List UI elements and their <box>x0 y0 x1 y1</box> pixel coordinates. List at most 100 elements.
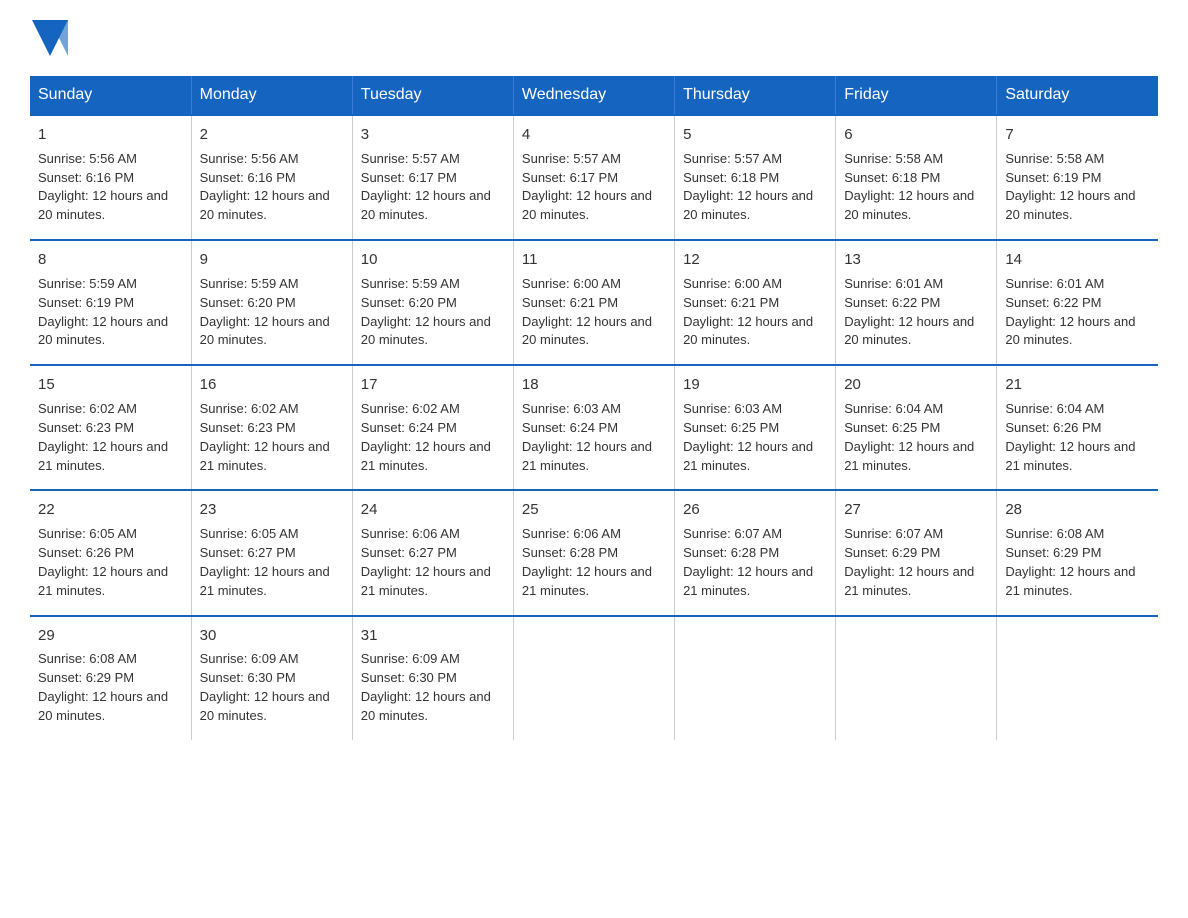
logo-text <box>30 20 70 56</box>
calendar-week-row: 8Sunrise: 5:59 AMSunset: 6:19 PMDaylight… <box>30 240 1158 365</box>
calendar-day-cell: 22 Sunrise: 6:05 AMSunset: 6:26 PMDayligh… <box>30 490 191 615</box>
calendar-day-cell: 14 Sunrise: 6:01 AMSunset: 6:22 PMDayligh… <box>997 240 1158 365</box>
weekday-header-cell: Tuesday <box>352 76 513 115</box>
calendar-day-cell <box>997 616 1158 740</box>
day-number: 23 <box>200 499 344 521</box>
day-info: Sunrise: 5:57 AMSunset: 6:17 PMDaylight:… <box>522 150 666 225</box>
calendar-day-cell: 12 Sunrise: 6:00 AMSunset: 6:21 PMDayligh… <box>675 240 836 365</box>
day-info: Sunrise: 6:05 AMSunset: 6:27 PMDaylight:… <box>200 525 344 600</box>
day-number: 2 <box>200 124 344 146</box>
calendar-week-row: 1 Sunrise: 5:56 AMSunset: 6:16 PMDaylight… <box>30 115 1158 240</box>
day-number: 18 <box>522 374 666 396</box>
day-info: Sunrise: 6:06 AMSunset: 6:27 PMDaylight:… <box>361 525 505 600</box>
day-info: Sunrise: 5:56 AMSunset: 6:16 PMDaylight:… <box>38 150 183 225</box>
calendar-day-cell: 6Sunrise: 5:58 AMSunset: 6:18 PMDaylight… <box>836 115 997 240</box>
day-number: 10 <box>361 249 505 271</box>
calendar-day-cell: 29Sunrise: 6:08 AMSunset: 6:29 PMDayligh… <box>30 616 191 740</box>
day-number: 26 <box>683 499 827 521</box>
calendar-day-cell: 23 Sunrise: 6:05 AMSunset: 6:27 PMDayligh… <box>191 490 352 615</box>
day-number: 22 <box>38 499 183 521</box>
day-info: Sunrise: 6:04 AMSunset: 6:26 PMDaylight:… <box>1005 400 1150 475</box>
day-number: 4 <box>522 124 666 146</box>
day-info: Sunrise: 6:02 AMSunset: 6:23 PMDaylight:… <box>200 400 344 475</box>
day-number: 21 <box>1005 374 1150 396</box>
calendar-day-cell: 16 Sunrise: 6:02 AMSunset: 6:23 PMDayligh… <box>191 365 352 490</box>
day-info: Sunrise: 6:05 AMSunset: 6:26 PMDaylight:… <box>38 525 183 600</box>
day-info: Sunrise: 6:01 AMSunset: 6:22 PMDaylight:… <box>844 275 988 350</box>
weekday-header-cell: Thursday <box>675 76 836 115</box>
day-number: 25 <box>522 499 666 521</box>
weekday-header-cell: Wednesday <box>513 76 674 115</box>
day-number: 24 <box>361 499 505 521</box>
day-info: Sunrise: 5:56 AMSunset: 6:16 PMDaylight:… <box>200 150 344 225</box>
calendar-day-cell: 26 Sunrise: 6:07 AMSunset: 6:28 PMDayligh… <box>675 490 836 615</box>
day-info: Sunrise: 6:00 AMSunset: 6:21 PMDaylight:… <box>683 275 827 350</box>
calendar-day-cell: 3Sunrise: 5:57 AMSunset: 6:17 PMDaylight… <box>352 115 513 240</box>
day-number: 6 <box>844 124 988 146</box>
day-info: Sunrise: 6:08 AMSunset: 6:29 PMDaylight:… <box>1005 525 1150 600</box>
day-number: 14 <box>1005 249 1150 271</box>
day-info: Sunrise: 5:57 AMSunset: 6:18 PMDaylight:… <box>683 150 827 225</box>
calendar-day-cell: 18 Sunrise: 6:03 AMSunset: 6:24 PMDayligh… <box>513 365 674 490</box>
day-number: 27 <box>844 499 988 521</box>
day-info: Sunrise: 6:01 AMSunset: 6:22 PMDaylight:… <box>1005 275 1150 350</box>
calendar-day-cell: 30 Sunrise: 6:09 AMSunset: 6:30 PMDayligh… <box>191 616 352 740</box>
day-number: 30 <box>200 625 344 647</box>
day-info: Sunrise: 6:09 AMSunset: 6:30 PMDaylight:… <box>200 650 344 725</box>
calendar-day-cell: 9Sunrise: 5:59 AMSunset: 6:20 PMDaylight… <box>191 240 352 365</box>
day-number: 13 <box>844 249 988 271</box>
calendar-day-cell <box>675 616 836 740</box>
calendar-body: 1 Sunrise: 5:56 AMSunset: 6:16 PMDaylight… <box>30 115 1158 740</box>
day-info: Sunrise: 5:57 AMSunset: 6:17 PMDaylight:… <box>361 150 505 225</box>
calendar-day-cell: 21 Sunrise: 6:04 AMSunset: 6:26 PMDayligh… <box>997 365 1158 490</box>
day-number: 28 <box>1005 499 1150 521</box>
day-info: Sunrise: 6:07 AMSunset: 6:28 PMDaylight:… <box>683 525 827 600</box>
calendar-day-cell: 31 Sunrise: 6:09 AMSunset: 6:30 PMDayligh… <box>352 616 513 740</box>
day-number: 20 <box>844 374 988 396</box>
calendar-day-cell: 4 Sunrise: 5:57 AMSunset: 6:17 PMDaylight… <box>513 115 674 240</box>
calendar-week-row: 29Sunrise: 6:08 AMSunset: 6:29 PMDayligh… <box>30 616 1158 740</box>
calendar-day-cell: 7 Sunrise: 5:58 AMSunset: 6:19 PMDaylight… <box>997 115 1158 240</box>
calendar-table: SundayMondayTuesdayWednesdayThursdayFrid… <box>30 76 1158 740</box>
day-info: Sunrise: 5:59 AMSunset: 6:20 PMDaylight:… <box>361 275 505 350</box>
calendar-day-cell: 13 Sunrise: 6:01 AMSunset: 6:22 PMDayligh… <box>836 240 997 365</box>
calendar-week-row: 22 Sunrise: 6:05 AMSunset: 6:26 PMDayligh… <box>30 490 1158 615</box>
weekday-header-row: SundayMondayTuesdayWednesdayThursdayFrid… <box>30 76 1158 115</box>
calendar-day-cell: 5 Sunrise: 5:57 AMSunset: 6:18 PMDaylight… <box>675 115 836 240</box>
weekday-header-cell: Saturday <box>997 76 1158 115</box>
calendar-week-row: 15 Sunrise: 6:02 AMSunset: 6:23 PMDayligh… <box>30 365 1158 490</box>
calendar-day-cell: 25 Sunrise: 6:06 AMSunset: 6:28 PMDayligh… <box>513 490 674 615</box>
day-number: 19 <box>683 374 827 396</box>
day-info: Sunrise: 6:08 AMSunset: 6:29 PMDaylight:… <box>38 650 183 725</box>
day-info: Sunrise: 6:09 AMSunset: 6:30 PMDaylight:… <box>361 650 505 725</box>
day-info: Sunrise: 6:00 AMSunset: 6:21 PMDaylight:… <box>522 275 666 350</box>
calendar-day-cell: 28 Sunrise: 6:08 AMSunset: 6:29 PMDayligh… <box>997 490 1158 615</box>
calendar-day-cell: 2 Sunrise: 5:56 AMSunset: 6:16 PMDaylight… <box>191 115 352 240</box>
day-info: Sunrise: 5:58 AMSunset: 6:19 PMDaylight:… <box>1005 150 1150 225</box>
day-info: Sunrise: 6:03 AMSunset: 6:24 PMDaylight:… <box>522 400 666 475</box>
weekday-header-cell: Sunday <box>30 76 191 115</box>
logo <box>30 20 70 56</box>
day-info: Sunrise: 5:59 AMSunset: 6:20 PMDaylight:… <box>200 275 344 350</box>
calendar-day-cell: 20 Sunrise: 6:04 AMSunset: 6:25 PMDayligh… <box>836 365 997 490</box>
day-number: 31 <box>361 625 505 647</box>
day-number: 7 <box>1005 124 1150 146</box>
day-number: 16 <box>200 374 344 396</box>
day-number: 11 <box>522 249 666 271</box>
day-info: Sunrise: 6:02 AMSunset: 6:23 PMDaylight:… <box>38 400 183 475</box>
day-number: 12 <box>683 249 827 271</box>
calendar-day-cell: 27Sunrise: 6:07 AMSunset: 6:29 PMDayligh… <box>836 490 997 615</box>
calendar-day-cell: 24 Sunrise: 6:06 AMSunset: 6:27 PMDayligh… <box>352 490 513 615</box>
day-info: Sunrise: 6:02 AMSunset: 6:24 PMDaylight:… <box>361 400 505 475</box>
day-info: Sunrise: 6:06 AMSunset: 6:28 PMDaylight:… <box>522 525 666 600</box>
weekday-header-cell: Monday <box>191 76 352 115</box>
calendar-day-cell: 11 Sunrise: 6:00 AMSunset: 6:21 PMDayligh… <box>513 240 674 365</box>
day-info: Sunrise: 5:59 AMSunset: 6:19 PMDaylight:… <box>38 275 183 350</box>
day-number: 1 <box>38 124 183 146</box>
day-number: 5 <box>683 124 827 146</box>
day-info: Sunrise: 6:03 AMSunset: 6:25 PMDaylight:… <box>683 400 827 475</box>
day-info: Sunrise: 6:04 AMSunset: 6:25 PMDaylight:… <box>844 400 988 475</box>
day-number: 15 <box>38 374 183 396</box>
calendar-day-cell: 17 Sunrise: 6:02 AMSunset: 6:24 PMDayligh… <box>352 365 513 490</box>
day-number: 17 <box>361 374 505 396</box>
